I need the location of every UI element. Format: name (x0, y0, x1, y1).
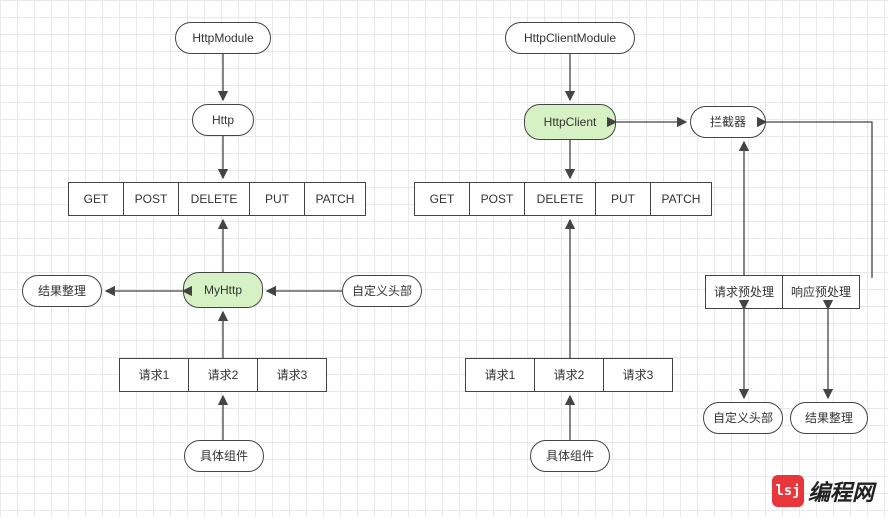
node-httpclient-module: HttpClientModule (505, 22, 635, 54)
right-method-put: PUT (595, 182, 651, 216)
watermark: lsj 编程网 (772, 475, 874, 507)
watermark-badge: lsj (772, 475, 804, 507)
node-result-handling-right: 结果整理 (790, 402, 868, 434)
node-http: Http (192, 104, 254, 136)
right-req-1: 请求1 (465, 358, 535, 392)
left-req-3: 请求3 (257, 358, 327, 392)
node-component-right: 具体组件 (530, 440, 610, 472)
node-custom-header-left: 自定义头部 (342, 275, 422, 307)
right-req-3: 请求3 (603, 358, 673, 392)
node-result-handling-left: 结果整理 (22, 275, 102, 307)
node-httpclient: HttpClient (524, 104, 616, 140)
node-http-module: HttpModule (175, 22, 271, 54)
right-method-delete: DELETE (524, 182, 596, 216)
left-req-2: 请求2 (188, 358, 258, 392)
right-req-2: 请求2 (534, 358, 604, 392)
node-prerequest: 请求预处理 (705, 275, 783, 309)
edges-layer (0, 0, 888, 517)
left-method-put: PUT (249, 182, 305, 216)
left-method-patch: PATCH (304, 182, 366, 216)
left-method-post: POST (123, 182, 179, 216)
left-method-delete: DELETE (178, 182, 250, 216)
left-req-1: 请求1 (119, 358, 189, 392)
watermark-text: 编程网 (808, 475, 874, 507)
right-method-post: POST (469, 182, 525, 216)
right-method-get: GET (414, 182, 470, 216)
node-preresponse: 响应预处理 (782, 275, 860, 309)
node-custom-header-right: 自定义头部 (703, 402, 783, 434)
node-interceptor: 拦截器 (690, 106, 766, 138)
node-myhttp: MyHttp (183, 272, 263, 308)
node-component-left: 具体组件 (184, 440, 264, 472)
left-method-get: GET (68, 182, 124, 216)
right-method-patch: PATCH (650, 182, 712, 216)
